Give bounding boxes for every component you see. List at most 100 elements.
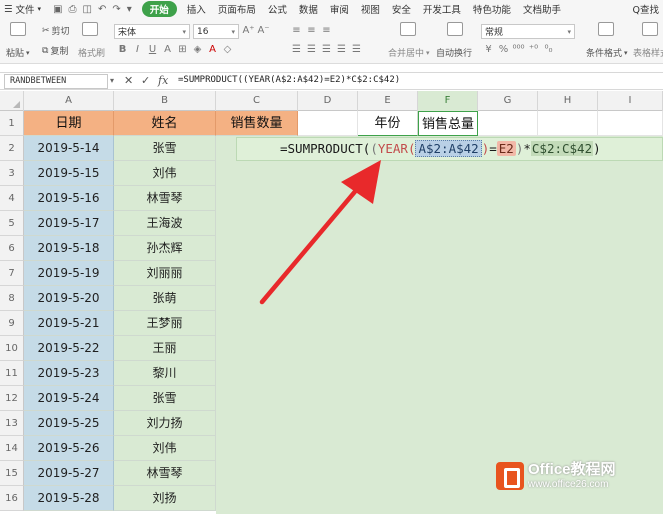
column-header-h[interactable]: H	[538, 91, 598, 111]
tab-security[interactable]: 安全	[386, 2, 417, 16]
name-cell[interactable]: 王梦丽	[114, 311, 216, 336]
header-cell-name[interactable]: 姓名	[114, 111, 216, 136]
justify-icon[interactable]: ☰	[335, 44, 348, 55]
align-middle-icon[interactable]: ≡	[305, 25, 318, 36]
row-header[interactable]: 12	[0, 386, 24, 411]
row-header[interactable]: 6	[0, 236, 24, 261]
italic-icon[interactable]: I	[131, 44, 144, 55]
date-cell[interactable]: 2019-5-17	[24, 211, 114, 236]
header-cell-year[interactable]: 年份	[358, 111, 418, 136]
align-center-icon[interactable]: ☰	[305, 44, 318, 55]
increase-font-icon[interactable]: A⁺	[242, 25, 255, 36]
wrap-text-icon[interactable]	[447, 22, 463, 36]
percent-icon[interactable]: %	[497, 44, 510, 55]
decrease-decimal-icon[interactable]: ⁰₀	[542, 44, 555, 55]
bold-icon[interactable]: B	[116, 44, 129, 55]
tab-developer[interactable]: 开发工具	[417, 2, 467, 16]
name-cell[interactable]: 王丽	[114, 336, 216, 361]
date-cell[interactable]: 2019-5-27	[24, 461, 114, 486]
fill-color-icon[interactable]: ◈	[191, 44, 204, 55]
column-header-f[interactable]: F	[418, 91, 478, 111]
print-icon[interactable]: ⎙	[69, 4, 77, 15]
border-icon[interactable]: ⊞	[176, 44, 189, 55]
cell[interactable]	[598, 111, 663, 136]
in-cell-formula[interactable]: =SUMPRODUCT( ( YEAR( A$2:A$42 ) = E2 ) *…	[280, 140, 601, 157]
merge-center-button[interactable]: 合并居中 ▾	[388, 46, 430, 60]
chevron-down-icon[interactable]: ▾	[127, 4, 132, 15]
row-header[interactable]: 5	[0, 211, 24, 236]
align-left-icon[interactable]: ☰	[290, 44, 303, 55]
header-cell-total[interactable]: 销售总量	[418, 111, 478, 136]
copy-button[interactable]: ⧉ 复制	[42, 44, 68, 58]
currency-icon[interactable]: ¥	[482, 44, 495, 55]
paste-button[interactable]: 粘贴 ▾	[6, 46, 30, 60]
decrease-font-icon[interactable]: A⁻	[257, 25, 270, 36]
align-bottom-icon[interactable]: ≡	[320, 25, 333, 36]
distribute-icon[interactable]: ☰	[350, 44, 363, 55]
table-style-icon[interactable]	[642, 22, 658, 36]
chevron-down-icon[interactable]: ▾	[110, 76, 114, 85]
tab-review[interactable]: 审阅	[324, 2, 355, 16]
undo-icon[interactable]: ↶	[98, 4, 106, 15]
conditional-format-button[interactable]: 条件格式 ▾	[586, 46, 628, 60]
strikethrough-icon[interactable]: A	[161, 44, 174, 55]
row-header[interactable]: 2	[0, 136, 24, 161]
tab-page-layout[interactable]: 页面布局	[212, 2, 262, 16]
column-header-e[interactable]: E	[358, 91, 418, 111]
date-cell[interactable]: 2019-5-15	[24, 161, 114, 186]
tab-view[interactable]: 视图	[355, 2, 386, 16]
row-header[interactable]: 8	[0, 286, 24, 311]
date-cell[interactable]: 2019-5-16	[24, 186, 114, 211]
thousands-icon[interactable]: ⁰⁰⁰	[512, 44, 525, 55]
font-size-select[interactable]: 16 ▾	[193, 24, 239, 39]
date-cell[interactable]: 2019-5-28	[24, 486, 114, 511]
cell[interactable]	[298, 111, 358, 136]
row-header[interactable]: 1	[0, 111, 24, 136]
date-cell[interactable]: 2019-5-19	[24, 261, 114, 286]
date-cell[interactable]: 2019-5-24	[24, 386, 114, 411]
date-cell[interactable]: 2019-5-21	[24, 311, 114, 336]
cell[interactable]	[538, 111, 598, 136]
tab-doc-assistant[interactable]: 文档助手	[517, 2, 567, 16]
column-header-i[interactable]: I	[598, 91, 663, 111]
redo-icon[interactable]: ↷	[112, 4, 120, 15]
cut-button[interactable]: ✂ 剪切	[42, 24, 70, 38]
name-cell[interactable]: 张雪	[114, 386, 216, 411]
confirm-icon[interactable]: ✓	[141, 74, 150, 87]
file-menu[interactable]: ☰ 文件 ▾	[0, 2, 47, 17]
row-header[interactable]: 9	[0, 311, 24, 336]
wrap-text-button[interactable]: 自动换行	[436, 46, 472, 59]
format-painter-icon[interactable]	[82, 22, 98, 36]
row-header[interactable]: 7	[0, 261, 24, 286]
name-cell[interactable]: 刘伟	[114, 436, 216, 461]
column-header-a[interactable]: A	[24, 91, 114, 111]
name-cell[interactable]: 刘力扬	[114, 411, 216, 436]
date-cell[interactable]: 2019-5-20	[24, 286, 114, 311]
preview-icon[interactable]: ◫	[83, 4, 92, 15]
name-cell[interactable]: 张萌	[114, 286, 216, 311]
name-cell[interactable]: 孙杰辉	[114, 236, 216, 261]
header-cell-date[interactable]: 日期	[24, 111, 114, 136]
merge-center-icon[interactable]	[400, 22, 416, 36]
name-box[interactable]: RANDBETWEEN	[4, 74, 108, 89]
tab-insert[interactable]: 插入	[181, 2, 212, 16]
name-cell[interactable]: 张雪	[114, 136, 216, 161]
paste-icon[interactable]	[10, 22, 26, 36]
select-all-corner[interactable]	[0, 91, 24, 111]
row-header[interactable]: 10	[0, 336, 24, 361]
date-cell[interactable]: 2019-5-14	[24, 136, 114, 161]
name-cell[interactable]: 刘扬	[114, 486, 216, 511]
row-header[interactable]: 13	[0, 411, 24, 436]
column-header-c[interactable]: C	[216, 91, 298, 111]
clear-format-icon[interactable]: ◇	[221, 44, 234, 55]
date-cell[interactable]: 2019-5-25	[24, 411, 114, 436]
name-cell[interactable]: 林雪琴	[114, 186, 216, 211]
font-color-icon[interactable]: A	[206, 44, 219, 55]
conditional-format-icon[interactable]	[598, 22, 614, 36]
search-button[interactable]: Q查找	[627, 2, 663, 16]
date-cell[interactable]: 2019-5-23	[24, 361, 114, 386]
formula-input[interactable]: =SUMPRODUCT((YEAR(A$2:A$42)=E2)*C$2:C$42…	[178, 75, 400, 85]
column-header-g[interactable]: G	[478, 91, 538, 111]
name-cell[interactable]: 王海波	[114, 211, 216, 236]
increase-decimal-icon[interactable]: ⁺⁰	[527, 44, 540, 55]
